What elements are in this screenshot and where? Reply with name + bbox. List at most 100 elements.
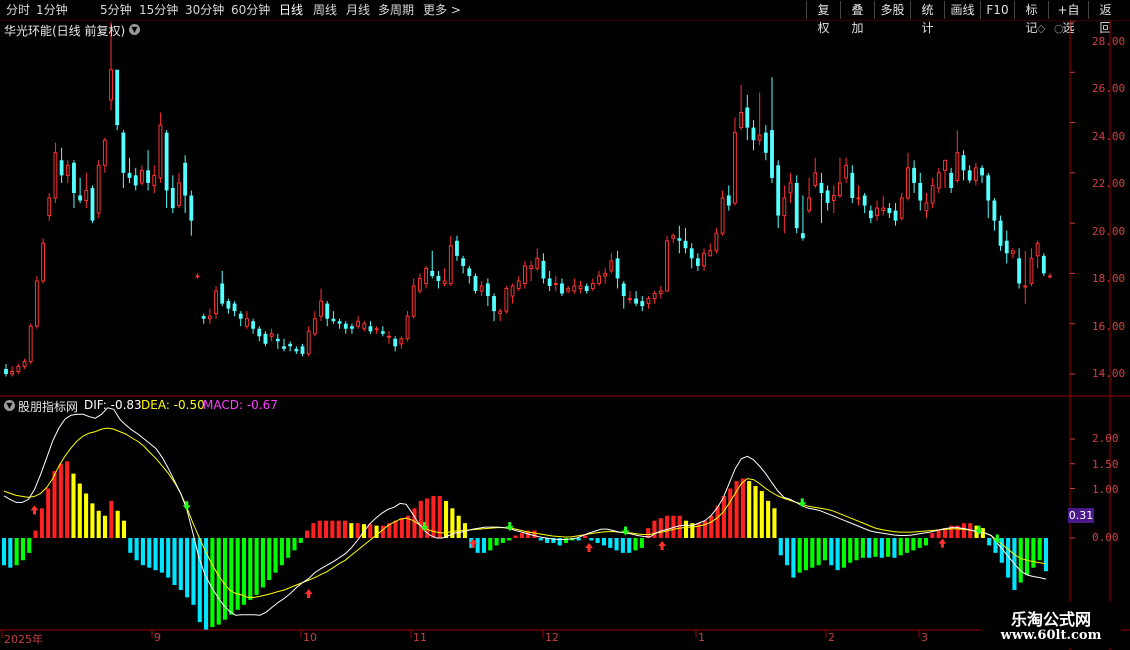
diamond-icon[interactable]: ◇	[1037, 22, 1045, 35]
period-tab-daily[interactable]: 日线	[279, 0, 303, 20]
f10-button[interactable]: F10	[980, 1, 1014, 19]
candle-body-down	[819, 182, 824, 193]
candle-body-down	[800, 233, 805, 239]
candle-body-up	[362, 323, 367, 330]
candle-body-up	[628, 298, 632, 301]
kline-chart[interactable]	[0, 20, 1130, 650]
macd-histogram-bar	[702, 520, 708, 538]
macd-histogram-bar	[128, 538, 133, 553]
macd-histogram-bar	[923, 538, 929, 546]
macd-histogram-bar	[229, 538, 234, 615]
macd-histogram-bar	[513, 535, 518, 538]
candle-body-up	[578, 285, 583, 290]
candle-body-up	[844, 164, 849, 179]
candle-body-up	[1011, 250, 1015, 254]
candle-body-up	[139, 169, 144, 184]
macd-histogram-bar	[892, 538, 897, 558]
x-axis-label: 10	[303, 631, 317, 644]
back-button[interactable]: 返回	[1088, 1, 1122, 35]
period-tab-monthly[interactable]: 月线	[346, 0, 370, 20]
chevron-down-icon[interactable]: ▼	[129, 24, 140, 35]
price-axis-tick: 24.00	[1092, 130, 1126, 143]
macd-histogram-bar	[342, 520, 348, 538]
macd-histogram-bar	[109, 500, 114, 538]
macd-histogram-bar	[854, 538, 859, 561]
current-value-tag: 0.31	[1068, 508, 1094, 523]
macd-histogram-bar	[879, 538, 884, 558]
macd-histogram-bar	[197, 538, 202, 623]
price-axis-tick: 14.00	[1092, 367, 1126, 380]
candle-body-down	[72, 162, 76, 193]
candle-body-down	[547, 278, 552, 286]
period-tab-minute[interactable]: 分时	[6, 0, 30, 20]
chevron-down-icon[interactable]: ▼	[4, 400, 15, 411]
period-tab-more[interactable]: 更多 >	[423, 0, 461, 20]
draw-line-button[interactable]: 画线	[944, 1, 980, 19]
candle-body-up	[245, 318, 249, 327]
candle-body-down	[325, 303, 330, 319]
macd-histogram-bar	[785, 538, 790, 566]
price-panel-title: 华光环能(日线 前复权)	[4, 24, 126, 38]
macd-histogram-bar	[147, 538, 152, 568]
candle-body-down	[825, 190, 830, 204]
period-tab-15min[interactable]: 15分钟	[139, 0, 178, 20]
x-axis-label: 2025年	[4, 633, 43, 646]
candle-body-down	[127, 172, 132, 178]
candle-body-up	[102, 139, 107, 166]
candle-body-up	[646, 298, 651, 305]
period-tab-5min[interactable]: 5分钟	[100, 0, 132, 20]
macd-histogram-bar	[532, 530, 537, 538]
candle-body-down	[912, 167, 917, 183]
candle-body-up	[374, 328, 379, 331]
x-axis-label: 11	[413, 631, 427, 644]
candle-body-up	[590, 282, 595, 290]
period-tab-1min[interactable]: 1分钟	[36, 0, 68, 20]
period-tab-weekly[interactable]: 周线	[313, 0, 337, 20]
candle-body-up	[152, 174, 157, 186]
circle-icon[interactable]: ○	[1054, 22, 1064, 35]
candle-body-up	[522, 265, 527, 284]
statistics-button[interactable]: 统计	[910, 1, 944, 35]
macd-histogram-bar	[620, 538, 625, 553]
period-tab-multi[interactable]: 多周期	[378, 0, 414, 20]
price-axis-tick: 22.00	[1092, 177, 1126, 190]
restore-rights-button[interactable]: 复权	[806, 1, 840, 35]
candle-body-down	[541, 260, 546, 279]
macd-histogram-bar	[260, 538, 265, 588]
macd-histogram-bar	[582, 535, 588, 538]
macd-histogram-bar	[898, 538, 903, 556]
candle-body-up	[720, 197, 725, 234]
add-watchlist-button[interactable]: +自选	[1048, 1, 1088, 35]
macd-histogram-bar	[810, 538, 815, 568]
candle-body-up	[498, 310, 503, 315]
candle-body-up	[1035, 242, 1040, 257]
candle-body-down	[640, 301, 645, 307]
candle-body-down	[78, 195, 83, 201]
candle-body-up	[733, 132, 737, 204]
candle-body-down	[251, 321, 256, 329]
candle-body-up	[47, 197, 52, 217]
macd-histogram-bar	[500, 538, 505, 543]
macd-histogram-bar	[437, 495, 442, 538]
candle-body-up	[269, 333, 274, 337]
macd-histogram-bar	[835, 538, 840, 571]
period-tab-60min[interactable]: 60分钟	[231, 0, 270, 20]
macd-histogram-bar	[886, 538, 891, 557]
macd-histogram-bar	[519, 533, 524, 538]
macd-histogram-bar	[595, 538, 600, 543]
macd-histogram-bar	[14, 538, 19, 566]
candle-body-up	[96, 164, 101, 214]
macd-histogram-bar	[873, 538, 878, 557]
macd-histogram-bar	[412, 508, 417, 538]
indicator-axis-tick: 1.50	[1092, 458, 1119, 471]
multi-stock-button[interactable]: 多股	[874, 1, 910, 19]
overlay-button[interactable]: 叠加	[840, 1, 874, 35]
macd-histogram-bar	[292, 538, 297, 551]
candle-body-up	[109, 69, 113, 101]
mark-button[interactable]: 标记	[1014, 1, 1048, 35]
candle-body-down	[455, 240, 459, 256]
period-tab-30min[interactable]: 30分钟	[185, 0, 224, 20]
buy-arrow-icon	[304, 589, 313, 599]
candle-body-down	[615, 258, 620, 279]
macd-histogram-bar	[1018, 538, 1023, 583]
